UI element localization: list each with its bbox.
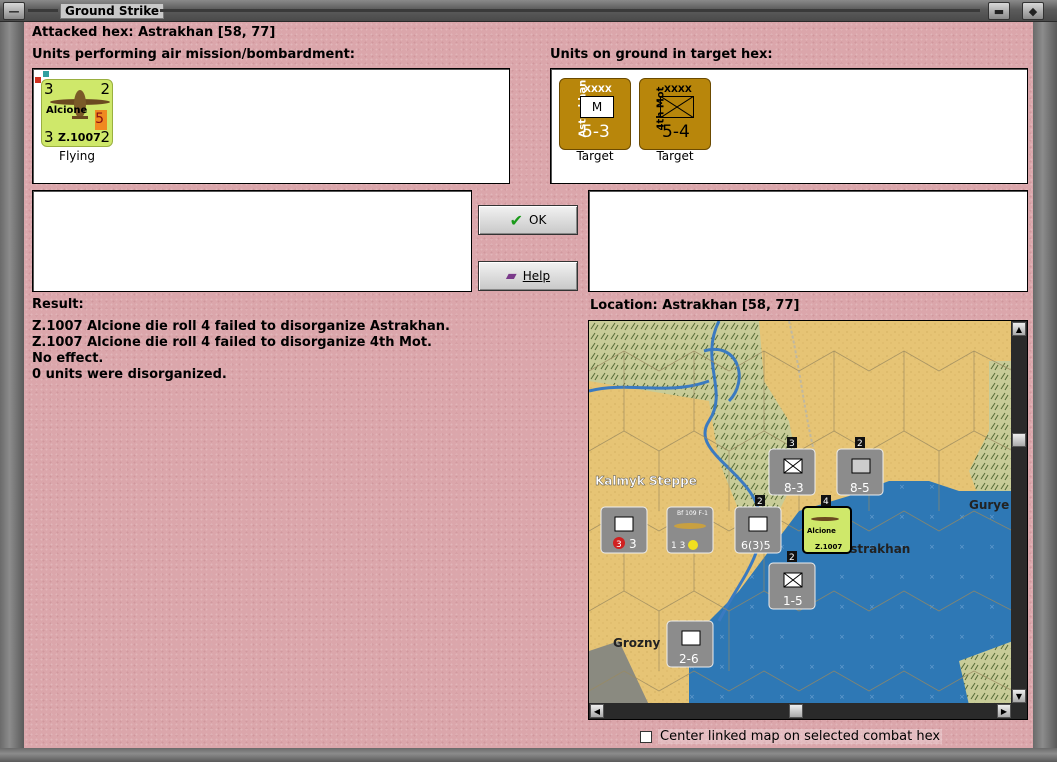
ground-unit-size: XXXX [664,85,692,95]
map-label-kalmyk-steppe: Kalmyk Steppe [595,474,697,488]
attacked-hex-label: Attacked hex: Astrakhan [58, 77] [32,25,276,40]
ground-unit-strength: 5-4 [662,122,690,142]
ground-unit-status: Target [576,149,614,163]
air-unit-top-left-value: 3 [44,80,54,98]
result-label: Result: [32,297,84,312]
scroll-thumb-vertical[interactable] [1012,433,1026,447]
svg-text:8-5: 8-5 [850,481,870,495]
result-line: 0 units were disorganized. [32,367,227,382]
map-counter[interactable]: 3 3 [600,506,648,554]
scroll-up-icon[interactable]: ▲ [1012,322,1026,336]
ok-button-label: OK [529,213,547,227]
svg-text:Z.1007: Z.1007 [815,543,842,551]
minimize-button[interactable]: ▬ [988,2,1010,20]
scroll-right-icon[interactable]: ▶ [997,704,1011,718]
svg-text:2: 2 [857,439,863,449]
title-bar[interactable]: — Ground Strike ▬ ◆ [0,0,1057,22]
air-units-list[interactable]: 3 2 Alcione 5 3 Z.1007 2 Flying [32,68,510,184]
maximize-button[interactable]: ◆ [1022,2,1044,20]
system-menu-button[interactable]: — [3,2,25,20]
map-label-gurye: Gurye [969,498,1009,512]
svg-text:2: 2 [757,497,763,507]
result-line: No effect. [32,351,104,366]
svg-text:2: 2 [789,553,795,563]
map-counter[interactable]: 2-6 [666,620,714,668]
ground-unit-size: XXXX [584,85,612,95]
defender-message-box[interactable] [588,190,1028,292]
svg-text:Alcione: Alcione [807,527,836,535]
result-line: Z.1007 Alcione die roll 4 failed to diso… [32,319,450,334]
ok-button[interactable]: ✔ OK [478,205,578,235]
window-frame-bottom [0,748,1057,762]
air-unit-bottom-left-value: 3 [44,128,54,146]
air-unit-badge: 5 [95,111,104,127]
air-unit-bottom-right-value: 2 [100,128,110,146]
air-unit-name: Alcione [46,105,88,116]
ground-unit-counter[interactable]: Astrakhan XXXX M 5-3 [559,78,631,150]
window-frame-right [1033,22,1057,762]
svg-text:2-6: 2-6 [679,652,699,666]
center-map-checkbox[interactable] [640,730,652,743]
ground-unit-strength: 5-3 [582,122,610,142]
svg-text:3: 3 [789,439,795,449]
dialog-body: Attacked hex: Astrakhan [58, 77] Units p… [24,22,1033,748]
checkmark-icon: ✔ [509,210,524,230]
scroll-thumb-horizontal[interactable] [789,704,803,718]
help-button[interactable]: ▰ Help [478,261,578,291]
location-map[interactable]: × [588,320,1028,720]
mountain-infantry-icon: M [580,96,614,118]
ground-unit-status: Target [656,149,694,163]
help-button-label: Help [522,269,551,283]
svg-text:6(3)5: 6(3)5 [741,539,771,552]
air-unit-status: Flying [59,149,95,163]
ground-units-list[interactable]: Astrakhan XXXX M 5-3 Target 4th Mot XXXX… [550,68,1028,184]
svg-text:3: 3 [616,540,622,550]
center-map-label: Center linked map on selected combat hex [658,729,943,744]
result-line: Z.1007 Alcione die roll 4 failed to diso… [32,335,432,350]
map-label-grozny: Grozny [613,636,661,650]
map-horizontal-scrollbar[interactable]: ◀ ▶ [589,703,1027,719]
center-map-option[interactable]: Center linked map on selected combat hex [640,729,943,744]
ground-units-label: Units on ground in target hex: [550,47,773,62]
title-bar-decoration [160,9,980,12]
scroll-left-icon[interactable]: ◀ [590,704,604,718]
air-unit-top-right-value: 2 [100,80,110,98]
air-unit-counter[interactable]: 3 2 Alcione 5 3 Z.1007 2 [41,79,113,147]
help-book-icon: ▰ [505,268,517,284]
ground-unit-counter[interactable]: 4th Mot XXXX 5-4 [639,78,711,150]
hex-map: × [589,321,1014,705]
svg-text:1 3: 1 3 [671,541,685,551]
window-frame-left [0,22,24,762]
map-vertical-scrollbar[interactable]: ▲ ▼ [1011,321,1027,705]
title-bar-decoration [28,9,58,12]
attacker-message-box[interactable] [32,190,472,292]
status-dot-icon [35,77,41,83]
svg-text:8-3: 8-3 [784,481,804,495]
motorized-infantry-icon [660,96,694,118]
air-unit-type: Z.1007 [58,131,101,144]
location-label: Location: Astrakhan [58, 77] [590,298,800,313]
result-text: Z.1007 Alcione die roll 4 failed to diso… [32,319,450,383]
status-dot-icon [43,71,49,77]
svg-text:Bf 109 F-1: Bf 109 F-1 [677,510,708,517]
svg-text:3: 3 [629,537,637,551]
air-units-label: Units performing air mission/bombardment… [32,47,356,62]
map-counter[interactable]: Bf 109 F-1 1 3 [666,506,714,554]
svg-text:4: 4 [823,497,829,507]
svg-text:1-5: 1-5 [783,594,803,608]
scroll-down-icon[interactable]: ▼ [1012,689,1026,703]
window-title: Ground Strike [60,3,165,19]
